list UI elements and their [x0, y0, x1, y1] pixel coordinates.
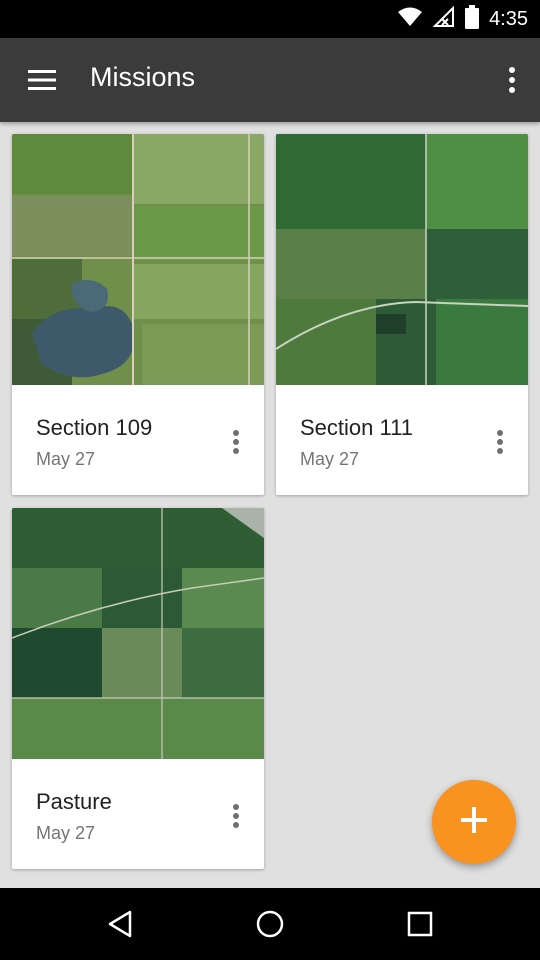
more-vert-icon[interactable] [500, 60, 524, 100]
mission-date: May 27 [36, 449, 96, 469]
mission-thumbnail [12, 508, 264, 759]
home-icon[interactable] [250, 904, 290, 944]
app-bar: Missions [0, 38, 540, 122]
battery-icon [465, 4, 480, 34]
signal-off-icon [432, 5, 455, 33]
wifi-icon [397, 6, 423, 33]
mission-name: Pasture [36, 789, 112, 814]
mission-date: May 27 [36, 823, 96, 843]
add-icon [461, 806, 487, 838]
mission-card[interactable]: Pasture May 27 [12, 508, 264, 869]
navigation-bar [0, 888, 540, 960]
page-title: Missions [90, 62, 196, 92]
back-icon[interactable] [100, 904, 140, 944]
recents-icon[interactable] [400, 904, 440, 944]
mission-name: Section 109 [36, 415, 153, 440]
add-mission-button[interactable] [432, 780, 516, 864]
more-vert-icon[interactable] [222, 798, 250, 834]
mission-date: May 27 [300, 449, 360, 469]
mission-thumbnail [276, 134, 528, 385]
status-time: 4:35 [489, 7, 528, 30]
mission-thumbnail [12, 134, 264, 385]
more-vert-icon[interactable] [486, 424, 514, 460]
mission-card[interactable]: Section 109 May 27 [12, 134, 264, 495]
status-bar: 4:35 [0, 0, 540, 38]
mission-card[interactable]: Section 111 May 27 [276, 134, 528, 495]
mission-name: Section 111 [300, 415, 413, 440]
hamburger-menu-icon[interactable] [18, 60, 66, 100]
more-vert-icon[interactable] [222, 424, 250, 460]
